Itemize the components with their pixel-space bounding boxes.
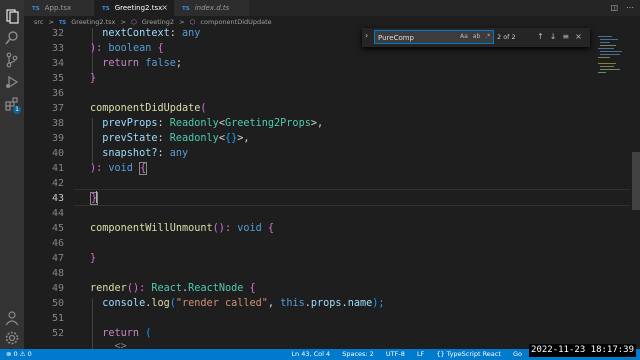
match-count: 2 of 2 [497,33,516,41]
encoding[interactable]: UTF-8 [386,350,405,358]
arrow-up-icon[interactable]: ↑ [537,32,544,41]
line-number: 45 [51,223,64,234]
cursor-position[interactable]: Ln 43, Col 4 [291,350,330,358]
end-of-line[interactable]: LF [417,350,424,358]
code-editor[interactable]: nextContext: any ): boolean { return fal… [90,28,590,352]
errors-count: ⊗ 0 [6,350,18,358]
ts-file-icon: TS [102,6,110,12]
code-line: render(): React.ReactNode { [90,283,256,294]
code-line: } [90,253,97,264]
find-widget: › PureComp Aa ab .* 2 of 2 ↑ ↓ ≡ × [362,28,590,47]
breadcrumb-folder[interactable]: src [34,18,44,26]
text-cursor [96,191,97,203]
code-line: ): void { [90,162,148,175]
line-number: 34 [51,58,64,69]
regex-toggle[interactable]: .* [485,33,490,40]
find-buttons: ↑ ↓ ≡ × [537,30,588,44]
class-symbol-icon: ⬡ [130,18,137,26]
line-number: 39 [51,133,64,144]
find-options: Aa ab .* [460,30,495,44]
line-number: 36 [51,88,64,99]
arrow-down-icon[interactable]: ↓ [550,32,557,41]
breadcrumb-separator: > [120,18,126,26]
extensions-badge: 1 [13,106,21,114]
whole-word-toggle[interactable]: ab [473,33,481,40]
close-icon[interactable]: × [575,32,582,41]
line-number: 35 [51,73,64,84]
ts-file-icon: TS [32,6,40,12]
ts-file-icon: TS [182,6,190,12]
code-line: } [90,73,97,84]
code-line: prevProps: Readonly<Greeting2Props>, [90,118,324,129]
minimap[interactable] [596,28,630,349]
code-line: componentDidUpdate( [90,103,207,114]
tab-greeting2-tsx[interactable]: TS Greeting2.tsx × [94,0,174,16]
line-number: 42 [51,178,64,189]
line-number: 51 [51,313,64,324]
line-number: 44 [51,208,64,219]
line-number: 48 [51,268,64,279]
settings-gear-icon[interactable] [4,330,20,346]
breadcrumb-file[interactable]: Greeting2.tsx [71,18,115,26]
minimap-preview [598,36,622,73]
code-line: nextContext: any [90,28,201,39]
breadcrumb-separator: > [48,18,55,26]
run-debug-icon[interactable] [4,74,20,90]
tab-label: App.tsx [44,4,72,12]
tab-index-d-ts[interactable]: TS index.d.ts [174,0,249,16]
code-line: console.log("render called", this.props.… [90,298,385,309]
line-number: 46 [51,238,64,249]
vertical-scrollbar[interactable] [632,152,640,210]
breadcrumb-class[interactable]: Greeting2 [142,18,174,26]
code-line: snapshot?: any [90,148,189,159]
status-right: Ln 43, Col 4 Spaces: 2 UTF-8 LF {} TypeS… [281,349,522,360]
line-number: 41 [51,163,64,174]
tab-bar: TS App.tsx TS Greeting2.tsx × TS index.d.ts… [24,0,640,16]
line-number: 50 [51,298,64,309]
more-actions-icon[interactable]: ⋯ [626,3,634,12]
line-number-gutter: 32 33 34 35 36 37 38 39 40 41 42 43 44 4… [24,28,74,349]
tab-label: Greeting2.tsx [114,4,163,12]
recording-timestamp: 2022-11-23 18:17:39 [529,344,636,357]
line-number: 33 [51,43,64,54]
line-number: 47 [51,253,64,264]
code-line: return ( [90,328,152,339]
account-icon[interactable] [4,310,20,326]
match-case-toggle[interactable]: Aa [460,33,468,40]
go-live[interactable]: Go [513,350,522,358]
activity-bar: 1 [0,0,24,349]
code-line: prevState: Readonly<{}>, [90,133,250,144]
chevron-right-icon[interactable]: › [365,31,368,40]
code-line: return false; [90,58,183,69]
ts-file-icon: TS [59,20,67,26]
line-number: 52 [51,328,64,339]
line-number: 32 [51,28,64,39]
code-line: ): boolean { [90,43,164,54]
source-control-icon[interactable] [4,52,20,68]
code-line: componentWillUnmount(): void { [90,223,275,234]
explorer-icon[interactable] [4,8,20,24]
warnings-count: ⚠ 0 [19,350,32,358]
method-symbol-icon: ⬡ [189,18,196,26]
breadcrumb-method[interactable]: componentDidUpdate [200,18,271,26]
tab-label: index.d.ts [194,4,230,12]
line-number-current: 43 [51,193,64,204]
indentation[interactable]: Spaces: 2 [342,350,374,358]
tab-app-tsx[interactable]: TS App.tsx [24,0,94,16]
search-icon[interactable] [4,30,20,46]
status-problems[interactable]: ⊗ 0 ⚠ 0 [6,349,32,360]
language-mode[interactable]: {} TypeScript React [436,350,501,358]
line-number: 49 [51,283,64,294]
close-icon[interactable]: × [161,0,168,16]
line-number: 37 [51,103,64,114]
breadcrumb: src > TS Greeting2.tsx > ⬡ Greeting2 > ⬡… [24,16,640,28]
line-number: 40 [51,148,64,159]
line-number: 38 [51,118,64,129]
split-editor-icon[interactable]: ◫ [610,3,618,12]
selection-icon[interactable]: ≡ [562,32,569,41]
breadcrumb-separator: > [179,18,185,26]
editor-actions: ◫ ⋯ [602,0,634,16]
